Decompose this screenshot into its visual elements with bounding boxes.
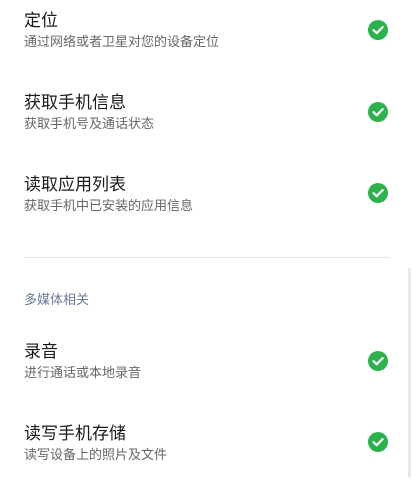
permissions-page: 定位 通过网络或者卫星对您的设备定位 获取手机信息 获取手机号及通话状态 读取应… xyxy=(0,0,412,487)
permission-item-app-list[interactable]: 读取应用列表 获取手机中已安装的应用信息 xyxy=(24,174,390,222)
permission-item-storage[interactable]: 读写手机存储 读写设备上的照片及文件 xyxy=(24,423,390,471)
check-circle-icon[interactable] xyxy=(368,351,388,371)
permission-title: 录音 xyxy=(24,342,58,362)
permission-item-phone-info[interactable]: 获取手机信息 获取手机号及通话状态 xyxy=(24,92,390,140)
permission-title: 定位 xyxy=(24,11,58,31)
scrollbar[interactable] xyxy=(408,268,411,478)
permission-description: 通过网络或者卫星对您的设备定位 xyxy=(24,35,220,50)
permission-description: 获取手机号及通话状态 xyxy=(24,117,155,132)
permission-description: 进行通话或本地录音 xyxy=(24,366,142,381)
check-circle-icon[interactable] xyxy=(368,20,388,40)
check-circle-icon[interactable] xyxy=(368,183,388,203)
permission-item-record-audio[interactable]: 录音 进行通话或本地录音 xyxy=(24,341,390,389)
permission-title: 获取手机信息 xyxy=(24,93,126,113)
permission-description: 获取手机中已安装的应用信息 xyxy=(24,199,194,214)
section-divider xyxy=(24,257,390,258)
permission-item-location[interactable]: 定位 通过网络或者卫星对您的设备定位 xyxy=(24,10,390,58)
permission-title: 读取应用列表 xyxy=(24,175,126,195)
permission-description: 读写设备上的照片及文件 xyxy=(24,448,168,463)
check-circle-icon[interactable] xyxy=(368,102,388,122)
permission-title: 读写手机存储 xyxy=(24,424,126,444)
check-circle-icon[interactable] xyxy=(368,432,388,452)
section-header-multimedia: 多媒体相关 xyxy=(24,293,90,308)
